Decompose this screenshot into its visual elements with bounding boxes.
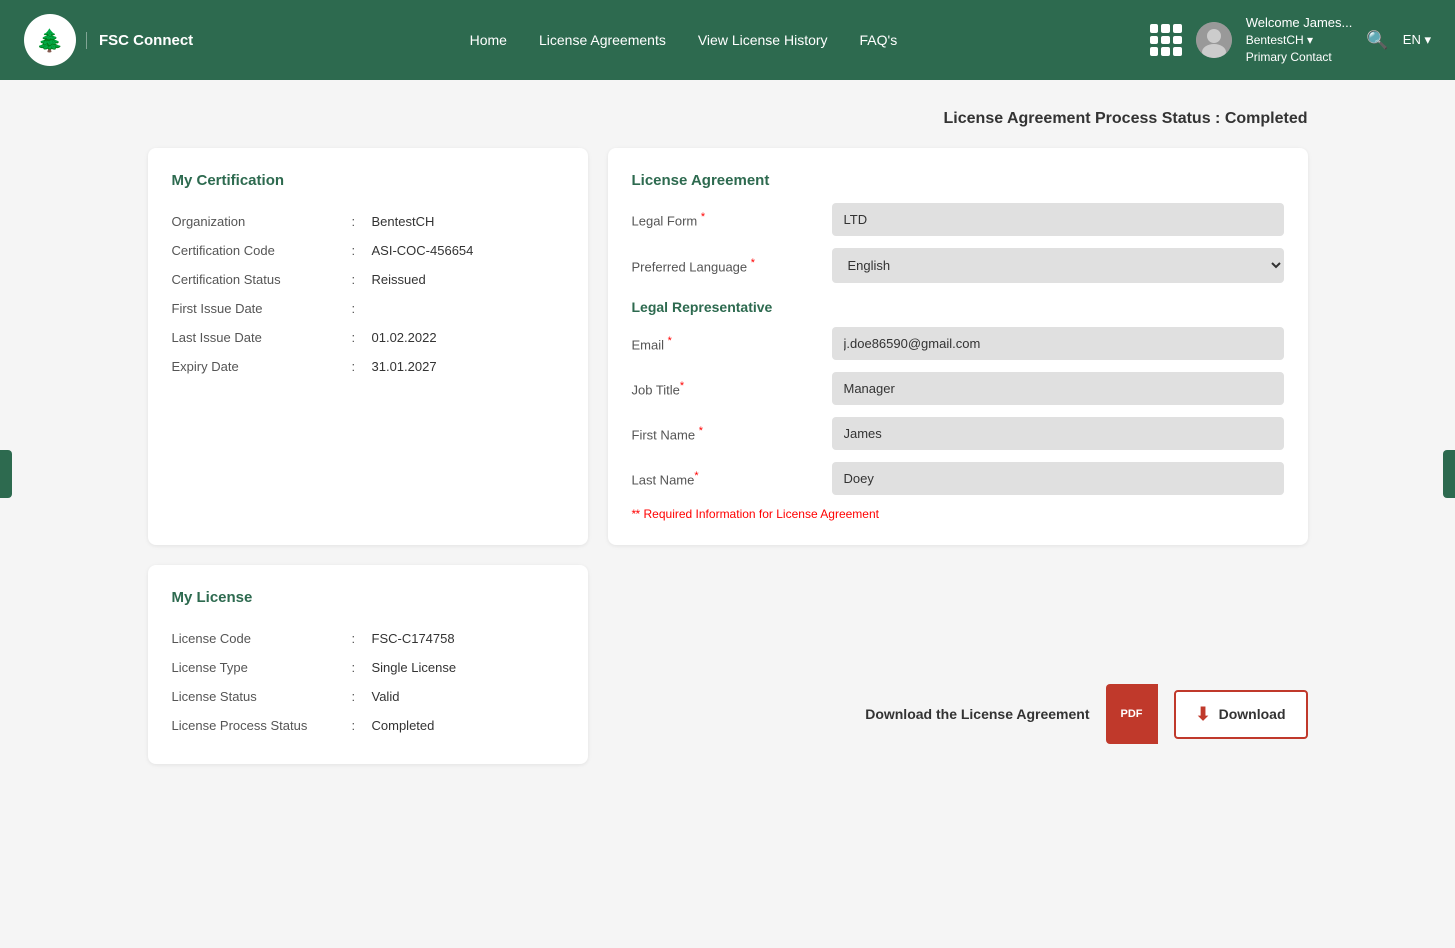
download-icon: ⬇: [1196, 704, 1211, 725]
field-label-license-status: License Status: [172, 689, 352, 704]
license-agreement-title: License Agreement: [632, 172, 1284, 189]
download-button-label: Download: [1219, 706, 1286, 722]
org-name: BentestCH ▾: [1246, 32, 1353, 49]
table-row: License Type : Single License: [172, 653, 564, 682]
job-title-row: Job Title*: [632, 372, 1284, 405]
field-value-cert-status: Reissued: [372, 272, 426, 287]
last-name-input[interactable]: [832, 462, 1284, 495]
avatar[interactable]: [1196, 22, 1232, 58]
certification-card: My Certification Organization : BentestC…: [148, 148, 588, 545]
table-row: License Code : FSC-C174758: [172, 624, 564, 653]
field-label-last-issue: Last Issue Date: [172, 330, 352, 345]
field-value-license-process-status: Completed: [372, 718, 435, 733]
download-label: Download the License Agreement: [865, 706, 1089, 722]
email-label: Email *: [632, 335, 832, 352]
logo[interactable]: 🌲 FSC Connect: [24, 14, 193, 66]
table-row: Organization : BentestCH: [172, 207, 564, 236]
table-row: Certification Status : Reissued: [172, 265, 564, 294]
brand-name: FSC Connect: [86, 32, 193, 49]
grid-icon[interactable]: [1150, 24, 1182, 56]
field-label-license-type: License Type: [172, 660, 352, 675]
field-label-first-issue: First Issue Date: [172, 301, 352, 316]
first-name-row: First Name *: [632, 417, 1284, 450]
download-section: Download the License Agreement PDF ⬇ Dow…: [865, 654, 1307, 754]
nav-faqs[interactable]: FAQ's: [860, 32, 898, 48]
nav-home[interactable]: Home: [470, 32, 507, 48]
language-selector[interactable]: EN ▾: [1403, 32, 1431, 48]
field-label-cert-code: Certification Code: [172, 243, 352, 258]
legal-form-label: Legal Form *: [632, 211, 832, 228]
field-value-license-type: Single License: [372, 660, 457, 675]
user-role: Primary Contact: [1246, 49, 1353, 66]
email-row: Email *: [632, 327, 1284, 360]
license-agreement-card: License Agreement Legal Form * Preferred…: [608, 148, 1308, 545]
download-button[interactable]: ⬇ Download: [1174, 690, 1308, 739]
table-row: License Process Status : Completed: [172, 711, 564, 740]
email-input[interactable]: [832, 327, 1284, 360]
preferred-language-select[interactable]: English French German Spanish: [832, 248, 1284, 283]
nav-view-license-history[interactable]: View License History: [698, 32, 828, 48]
user-info: Welcome James... BentestCH ▾ Primary Con…: [1246, 14, 1353, 66]
field-label-cert-status: Certification Status: [172, 272, 352, 287]
search-icon[interactable]: 🔍: [1366, 30, 1388, 51]
field-value-expiry: 31.01.2027: [372, 359, 437, 374]
first-name-label: First Name *: [632, 425, 832, 442]
field-label-org: Organization: [172, 214, 352, 229]
field-label-license-process-status: License Process Status: [172, 718, 352, 733]
my-license-title: My License: [172, 589, 564, 606]
legal-form-row: Legal Form *: [632, 203, 1284, 236]
preferred-language-row: Preferred Language * English French Germ…: [632, 248, 1284, 283]
svg-text:🌲: 🌲: [36, 28, 63, 53]
side-tab-left: [0, 450, 12, 498]
nav-license-agreements[interactable]: License Agreements: [539, 32, 666, 48]
preferred-language-label: Preferred Language *: [632, 257, 832, 274]
last-name-label: Last Name*: [632, 470, 832, 487]
first-name-input[interactable]: [832, 417, 1284, 450]
field-value-license-status: Valid: [372, 689, 400, 704]
table-row: Expiry Date : 31.01.2027: [172, 352, 564, 381]
process-status: License Agreement Process Status : Compl…: [148, 110, 1308, 128]
my-license-card: My License License Code : FSC-C174758 Li…: [148, 565, 588, 764]
table-row: Last Issue Date : 01.02.2022: [172, 323, 564, 352]
field-label-expiry: Expiry Date: [172, 359, 352, 374]
pdf-icon: PDF: [1106, 684, 1158, 744]
navbar: 🌲 FSC Connect Home License Agreements Vi…: [0, 0, 1455, 80]
job-title-input[interactable]: [832, 372, 1284, 405]
table-row: License Status : Valid: [172, 682, 564, 711]
legal-rep-title: Legal Representative: [632, 299, 1284, 315]
field-value-license-code: FSC-C174758: [372, 631, 455, 646]
side-tab-right: [1443, 450, 1455, 498]
field-value-last-issue: 01.02.2022: [372, 330, 437, 345]
certification-title: My Certification: [172, 172, 564, 189]
pdf-icon-wrap: PDF: [1106, 684, 1158, 744]
table-row: Certification Code : ASI-COC-456654: [172, 236, 564, 265]
table-row: First Issue Date :: [172, 294, 564, 323]
welcome-text: Welcome James...: [1246, 14, 1353, 32]
legal-form-input[interactable]: [832, 203, 1284, 236]
last-name-row: Last Name*: [632, 462, 1284, 495]
required-note: * * Required Information for License Agr…: [632, 507, 1284, 521]
job-title-label: Job Title*: [632, 380, 832, 397]
field-label-license-code: License Code: [172, 631, 352, 646]
field-value-org: BentestCH: [372, 214, 435, 229]
field-value-cert-code: ASI-COC-456654: [372, 243, 474, 258]
